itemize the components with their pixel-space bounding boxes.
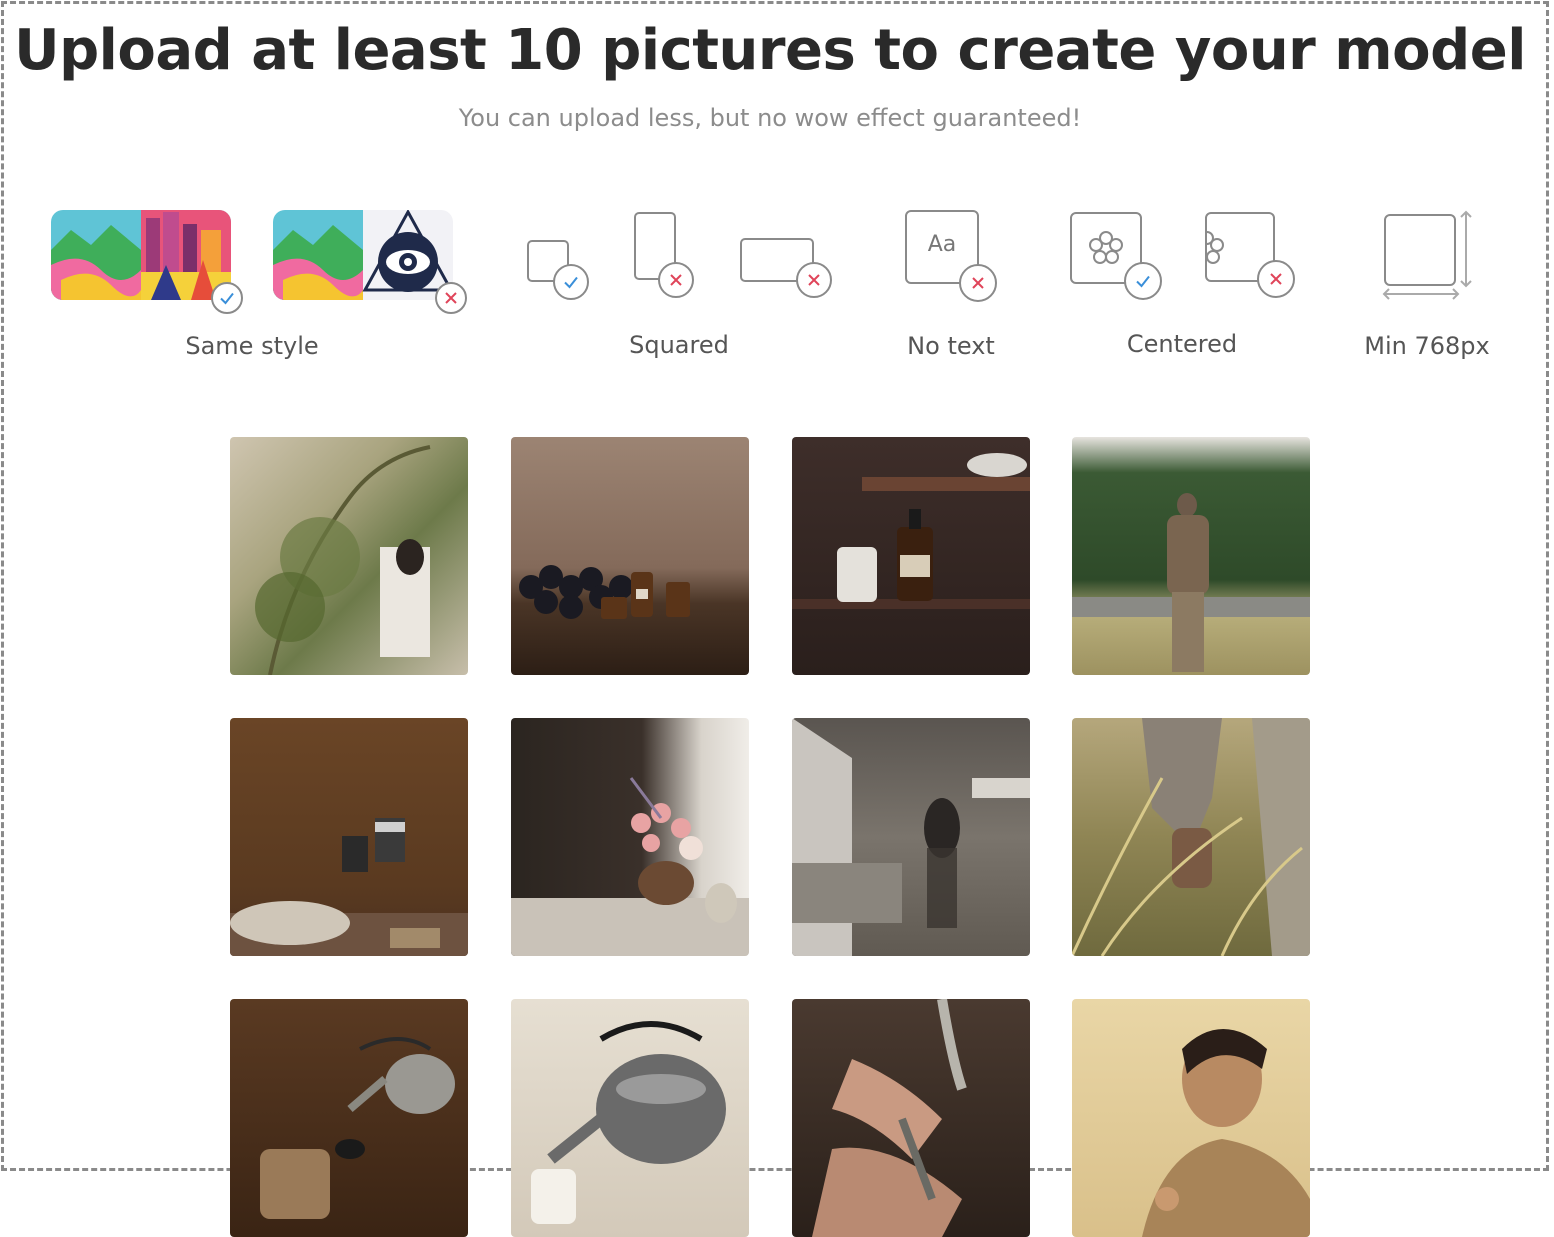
- min-size-icon: [1382, 210, 1476, 300]
- rule-label-no-text: No text: [907, 332, 995, 360]
- cross-icon: [796, 262, 832, 298]
- photo-hands-under-faucet[interactable]: [792, 999, 1030, 1237]
- page-title: Upload at least 10 pictures to create yo…: [14, 18, 1526, 83]
- photo-man-in-garden[interactable]: [1072, 437, 1310, 675]
- check-icon: [553, 264, 589, 300]
- rule-label-centered: Centered: [1126, 330, 1238, 358]
- photo-steel-kettle[interactable]: [511, 999, 749, 1237]
- no-text-icon: Aa: [905, 210, 999, 302]
- photo-wall-with-photos[interactable]: [230, 718, 468, 956]
- same-style-good-example: [51, 210, 245, 314]
- squared-bad-landscape-icon: [740, 238, 834, 300]
- dimension-arrows-icon: [1382, 210, 1472, 300]
- cross-icon: [435, 282, 467, 314]
- rule-label-squared: Squared: [629, 331, 729, 359]
- check-icon: [1124, 262, 1162, 300]
- photo-shelf-bottle-and-cup[interactable]: [792, 437, 1030, 675]
- squared-good-icon: [527, 240, 589, 300]
- photo-store-interior[interactable]: [792, 718, 1030, 956]
- photo-pouring-kettle[interactable]: [230, 999, 468, 1237]
- flower-icon: [1207, 231, 1224, 264]
- photo-hand-in-grass[interactable]: [1072, 718, 1310, 956]
- photo-grapes-and-bottles[interactable]: [511, 437, 749, 675]
- page-subtitle: You can upload less, but no wow effect g…: [458, 104, 1082, 132]
- cross-icon: [1257, 260, 1295, 298]
- cross-icon: [658, 262, 694, 298]
- centered-good-icon: [1070, 212, 1164, 300]
- cross-icon: [959, 264, 997, 302]
- check-icon: [211, 282, 243, 314]
- centered-bad-icon: [1205, 212, 1297, 300]
- rule-label-same-style: Same style: [185, 332, 319, 360]
- rule-label-min-size: Min 768px: [1364, 332, 1490, 360]
- photo-person-portrait[interactable]: [1072, 999, 1310, 1237]
- photo-woman-with-plant[interactable]: [230, 437, 468, 675]
- squared-bad-portrait-icon: [634, 212, 696, 300]
- flower-icon: [1089, 231, 1123, 264]
- photo-flowers-in-vase[interactable]: [511, 718, 749, 956]
- same-style-bad-example: [273, 210, 469, 314]
